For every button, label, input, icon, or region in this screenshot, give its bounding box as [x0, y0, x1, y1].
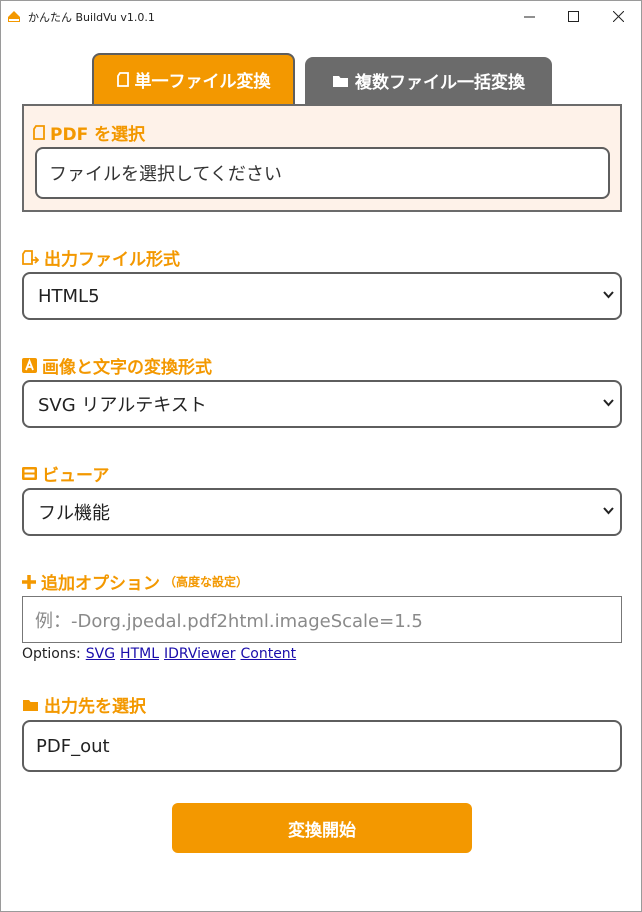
start-conversion-label: 変換開始	[288, 820, 356, 841]
folder-icon	[333, 75, 348, 87]
output-dir-label: 出力先を選択	[44, 697, 146, 717]
options-links: Options: SVG HTML IDRViewer Content	[22, 646, 296, 662]
output-dir-value: PDF_out	[36, 735, 110, 757]
svg-options-link[interactable]: SVG	[86, 646, 115, 662]
file-export-icon	[22, 249, 39, 265]
output-format-label: 出力ファイル形式	[44, 250, 180, 270]
extra-options-placeholder: 例：-Dorg.jpedal.pdf2html.imageScale=1.5	[35, 610, 423, 632]
title-bar: かんたん BuildVu v1.0.1	[1, 1, 641, 32]
output-format-heading: 出力ファイル形式	[22, 245, 180, 270]
maximize-icon	[567, 11, 579, 22]
app-window: かんたん BuildVu v1.0.1 単一ファイル変換 複数ファイル一括変換 …	[0, 0, 642, 912]
output-format-select[interactable]: HTML5	[22, 272, 622, 320]
viewer-icon	[22, 467, 37, 480]
pdf-select-heading: PDF を選択	[33, 120, 145, 145]
html-options-link[interactable]: HTML	[120, 646, 159, 662]
idrviewer-options-link[interactable]: IDRViewer	[164, 646, 235, 662]
text-mode-select[interactable]: SVG リアルテキスト	[22, 380, 622, 428]
viewer-value: フル機能	[38, 503, 110, 524]
viewer-select[interactable]: フル機能	[22, 488, 622, 536]
start-conversion-button[interactable]: 変換開始	[172, 803, 472, 853]
pdf-select-label: PDF を選択	[50, 125, 146, 145]
close-icon	[612, 11, 624, 22]
plus-icon	[22, 574, 36, 589]
font-icon	[22, 358, 37, 373]
output-dir-heading: 出力先を選択	[22, 692, 146, 717]
extra-options-heading: 追加オプション （高度な設定）	[22, 569, 248, 594]
file-icon	[116, 72, 129, 87]
pdf-file-picker[interactable]: ファイルを選択してください	[35, 147, 610, 199]
minimize-button[interactable]	[506, 1, 552, 32]
maximize-button[interactable]	[550, 1, 596, 32]
extra-options-note: （高度な設定）	[164, 575, 249, 589]
pdf-select-panel: PDF を選択 ファイルを選択してください	[22, 104, 622, 212]
text-mode-heading: 画像と文字の変換形式	[22, 353, 212, 378]
file-icon	[33, 125, 45, 140]
content-options-link[interactable]: Content	[240, 646, 296, 662]
output-dir-picker[interactable]: PDF_out	[22, 720, 622, 772]
text-mode-label: 画像と文字の変換形式	[42, 358, 212, 378]
app-logo-icon	[8, 11, 20, 22]
close-button[interactable]	[595, 1, 641, 32]
options-prefix: Options:	[22, 646, 81, 662]
pdf-file-placeholder: ファイルを選択してください	[49, 164, 282, 185]
tab-single-file[interactable]: 単一ファイル変換	[92, 53, 295, 104]
output-format-value: HTML5	[38, 285, 100, 307]
folder-icon	[23, 699, 38, 711]
chevron-down-icon	[603, 507, 614, 515]
tab-single-label: 単一ファイル変換	[134, 72, 271, 92]
window-title: かんたん BuildVu v1.0.1	[28, 11, 155, 24]
text-mode-value: SVG リアルテキスト	[38, 395, 207, 416]
extra-options-label: 追加オプション	[41, 574, 160, 594]
minimize-icon	[523, 16, 535, 18]
tab-batch[interactable]: 複数ファイル一括変換	[305, 57, 552, 104]
tab-batch-label: 複数ファイル一括変換	[355, 73, 525, 93]
viewer-label: ビューア	[42, 466, 110, 486]
extra-options-input[interactable]: 例：-Dorg.jpedal.pdf2html.imageScale=1.5	[22, 596, 622, 643]
chevron-down-icon	[603, 399, 614, 407]
viewer-heading: ビューア	[22, 461, 109, 486]
chevron-down-icon	[603, 291, 614, 299]
